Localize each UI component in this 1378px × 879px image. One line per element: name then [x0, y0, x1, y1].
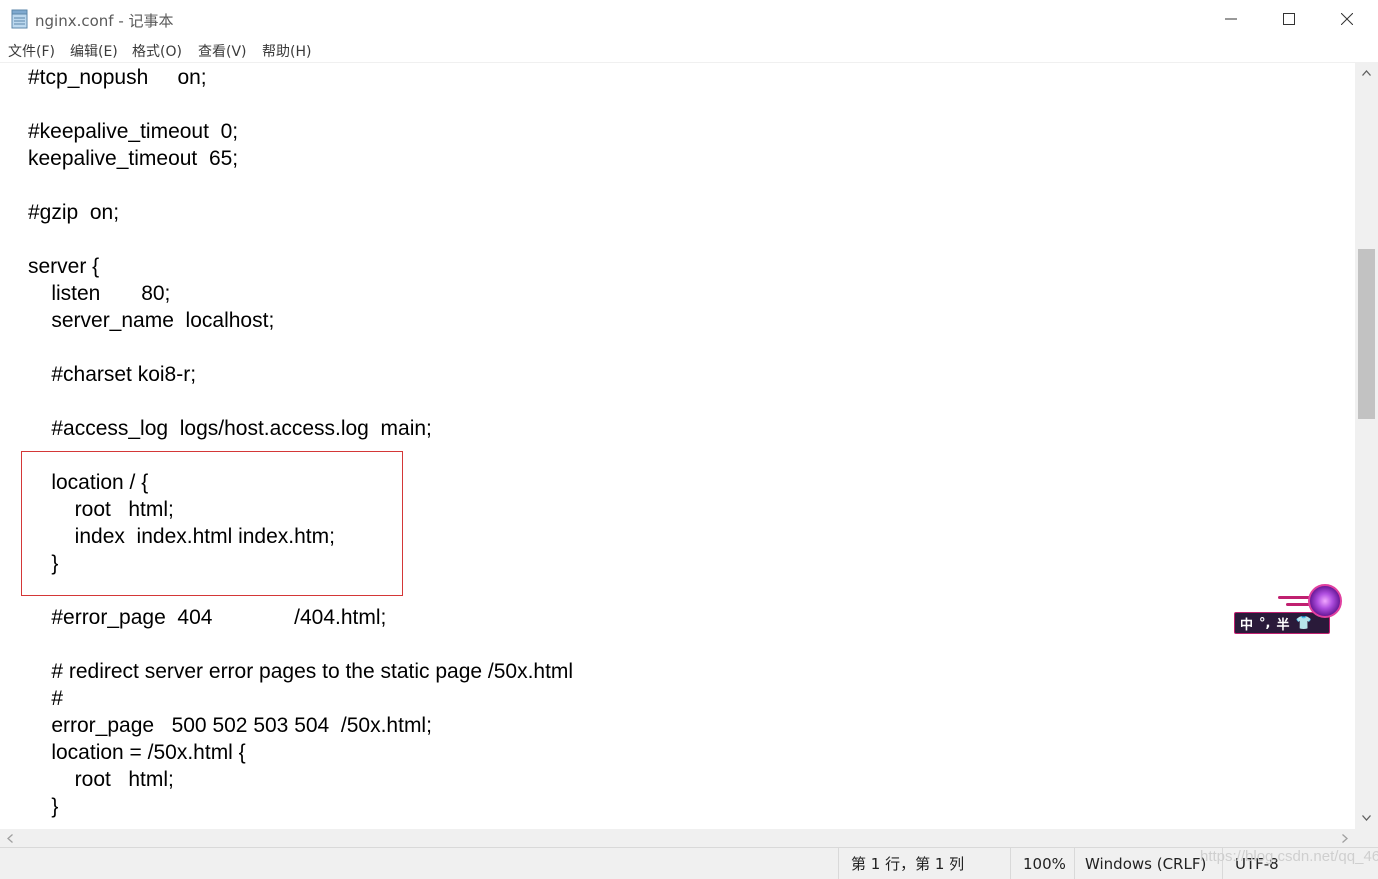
- ime-chinese-mode[interactable]: 中: [1240, 614, 1253, 633]
- text-line: keepalive_timeout 65;: [28, 147, 239, 170]
- minimize-button[interactable]: [1202, 0, 1260, 38]
- text-line: }: [28, 795, 59, 818]
- horizontal-scrollbar[interactable]: [0, 829, 1355, 847]
- maximize-button[interactable]: [1260, 0, 1318, 38]
- vertical-scroll-thumb[interactable]: [1358, 249, 1375, 419]
- text-line: #: [28, 687, 64, 710]
- ime-punctuation-mode[interactable]: °,: [1259, 616, 1270, 631]
- scroll-left-arrow-icon[interactable]: [0, 829, 20, 847]
- vertical-scrollbar[interactable]: [1355, 62, 1378, 829]
- menu-file[interactable]: 文件(F): [8, 41, 55, 61]
- title-bar: nginx.conf - 记事本: [0, 0, 1378, 38]
- status-bar: 第 1 行，第 1 列 100% Windows (CRLF) UTF-8: [0, 847, 1378, 879]
- text-line: error_page 500 502 503 504 /50x.html;: [28, 714, 432, 737]
- text-line: #charset koi8-r;: [28, 363, 197, 386]
- cursor-position: 第 1 行，第 1 列: [838, 848, 1008, 879]
- text-line: #gzip on;: [28, 201, 120, 224]
- ime-halfwidth-mode[interactable]: 半: [1276, 614, 1289, 633]
- scrollbar-corner: [1355, 829, 1378, 847]
- scroll-down-arrow-icon[interactable]: [1355, 807, 1378, 829]
- menu-help[interactable]: 帮助(H): [262, 41, 311, 61]
- menu-view[interactable]: 查看(V): [198, 41, 247, 61]
- text-line: server {: [28, 255, 100, 278]
- text-line: #error_page 404 /404.html;: [28, 606, 387, 629]
- text-line: #access_log logs/host.access.log main;: [28, 417, 432, 440]
- ime-decoration: [1278, 596, 1310, 599]
- zoom-level: 100%: [1010, 848, 1074, 879]
- text-line: listen 80;: [28, 282, 171, 305]
- menu-edit[interactable]: 编辑(E): [70, 41, 118, 61]
- text-line: root html;: [28, 768, 174, 791]
- text-line: location = /50x.html {: [28, 741, 246, 764]
- text-editor[interactable]: #tcp_nopush on; #keepalive_timeout 0; ke…: [0, 62, 1355, 830]
- window-title: nginx.conf - 记事本: [35, 12, 174, 30]
- close-button[interactable]: [1318, 0, 1376, 38]
- highlight-annotation-box: [21, 451, 403, 596]
- text-line: #tcp_nopush on;: [28, 66, 207, 89]
- scroll-up-arrow-icon[interactable]: [1355, 62, 1378, 84]
- text-line: server_name localhost;: [28, 309, 275, 332]
- text-line: # redirect server error pages to the sta…: [28, 660, 574, 683]
- menu-format[interactable]: 格式(O): [132, 41, 182, 61]
- ime-logo-icon[interactable]: [1308, 584, 1342, 618]
- ime-toolbar[interactable]: 中 °, 半 👕: [1234, 584, 1344, 638]
- notepad-icon: [11, 9, 29, 29]
- watermark-text: https://blog.csdn.net/qq_46822367: [1200, 848, 1378, 865]
- ime-skin-icon[interactable]: 👕: [1295, 616, 1311, 631]
- scroll-right-arrow-icon[interactable]: [1335, 829, 1355, 847]
- menu-bar: 文件(F) 编辑(E) 格式(O) 查看(V) 帮助(H): [0, 38, 1378, 62]
- text-line: #keepalive_timeout 0;: [28, 120, 239, 143]
